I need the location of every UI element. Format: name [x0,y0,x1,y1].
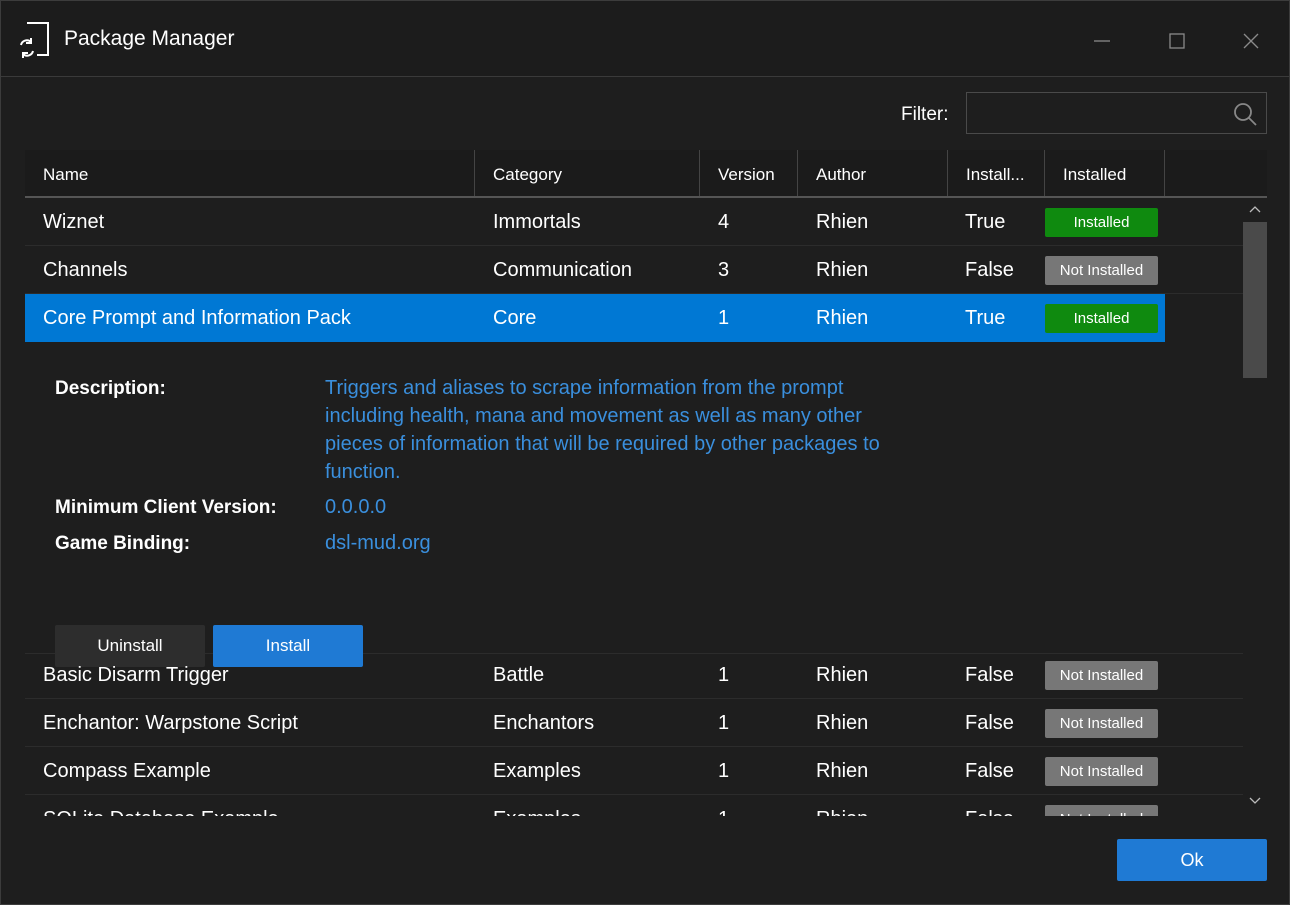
cell-author: Rhien [816,307,869,329]
description-line: including health, mana and movement as w… [325,405,862,427]
cell-installed-flag: False [965,760,1014,782]
min-version-value: 0.0.0.0 [325,496,387,518]
table-row[interactable]: Channels Communication 3 Rhien False Not… [25,246,1243,294]
status-badge: Installed [1045,208,1158,237]
status-badge: Not Installed [1045,805,1158,816]
maximize-button[interactable] [1159,23,1195,59]
cell-version: 3 [718,259,730,281]
search-icon[interactable] [1232,101,1258,127]
cell-installed-flag: False [965,712,1014,734]
title-bar[interactable]: Package Manager [1,1,1289,77]
scroll-up-icon[interactable] [1247,202,1263,216]
cell-installed-flag: False [965,808,1014,816]
cell-version: 1 [718,712,730,734]
cell-category: Enchantors [493,712,595,734]
minimize-icon [1094,40,1110,42]
maximize-icon [1169,33,1185,49]
package-grid: Name Category Version Author Install... … [25,150,1267,816]
cell-name: Core Prompt and Information Pack [43,307,351,329]
cell-installed-flag: True [965,307,1006,329]
cell-author: Rhien [816,259,869,281]
cell-installed-flag: False [965,259,1014,281]
cell-version: 4 [718,211,730,233]
description-line: function. [325,461,401,483]
cell-name: Channels [43,259,128,281]
filter-input[interactable] [973,99,1223,127]
cell-version: 1 [718,760,730,782]
table-row[interactable]: Basic Disarm Trigger Battle 1 Rhien Fals… [25,651,1243,699]
column-header-category[interactable]: Category [475,150,700,196]
column-header-author[interactable]: Author [798,150,948,196]
column-header-name[interactable]: Name [25,150,475,196]
table-row-selected[interactable]: Core Prompt and Information Pack Core 1 … [25,294,1165,342]
close-button[interactable] [1233,23,1269,59]
scroll-down-icon[interactable] [1247,794,1263,808]
scrollbar-thumb[interactable] [1243,222,1267,378]
column-header-install[interactable]: Install... [948,150,1045,196]
cell-category: Core [493,307,537,329]
status-badge: Not Installed [1045,661,1158,690]
package-manager-window: Package Manager Filter: Name Category Ve… [0,0,1290,905]
description-line: Triggers and aliases to scrape informati… [325,377,844,399]
game-binding-label: Game Binding: [55,533,191,554]
cell-name: Basic Disarm Trigger [43,664,229,686]
cell-name: SQLite Database Example [43,808,279,816]
ok-button[interactable]: Ok [1117,839,1267,881]
cell-name: Wiznet [43,211,105,233]
table-row[interactable]: SQLite Database Example Examples 1 Rhien… [25,795,1243,816]
cell-category: Battle [493,664,545,686]
cell-name: Compass Example [43,760,211,782]
table-row[interactable]: Compass Example Examples 1 Rhien False N… [25,747,1243,795]
cell-category: Examples [493,760,581,782]
description-text: Triggers and aliases to scrape informati… [325,374,880,486]
vertical-scrollbar[interactable] [1243,198,1267,816]
close-icon [1243,33,1259,49]
cell-version: 1 [718,664,730,686]
table-row[interactable]: Wiznet Immortals 4 Rhien True Installed [25,198,1243,246]
cell-name: Enchantor: Warpstone Script [43,712,298,734]
minimize-button[interactable] [1084,23,1120,59]
min-version-label: Minimum Client Version: [55,497,277,518]
cell-installed-flag: False [965,664,1014,686]
cell-installed-flag: True [965,211,1006,233]
row-details-panel: Description: Triggers and aliases to scr… [25,342,1243,667]
cell-category: Communication [493,259,632,281]
cell-author: Rhien [816,808,868,816]
cell-author: Rhien [816,664,869,686]
table-row[interactable]: Enchantor: Warpstone Script Enchantors 1… [25,699,1243,747]
window-title: Package Manager [64,27,235,50]
column-header-installed[interactable]: Installed [1045,150,1165,196]
column-header-version[interactable]: Version [700,150,798,196]
package-app-icon [17,21,51,59]
cell-version: 1 [718,808,729,816]
status-badge: Not Installed [1045,757,1158,786]
status-badge: Not Installed [1045,256,1158,285]
filter-field[interactable] [966,92,1267,134]
status-badge: Installed [1045,304,1158,333]
grid-header: Name Category Version Author Install... … [25,150,1267,198]
status-badge: Not Installed [1045,709,1158,738]
game-binding-value: dsl-mud.org [325,532,431,554]
cell-author: Rhien [816,760,869,782]
cell-version: 1 [718,307,730,329]
filter-label: Filter: [901,104,949,125]
cell-author: Rhien [816,211,869,233]
cell-category: Examples [493,808,581,816]
cell-category: Immortals [493,211,581,233]
description-label: Description: [55,378,166,399]
description-line: pieces of information that will be requi… [325,433,880,455]
cell-author: Rhien [816,712,869,734]
